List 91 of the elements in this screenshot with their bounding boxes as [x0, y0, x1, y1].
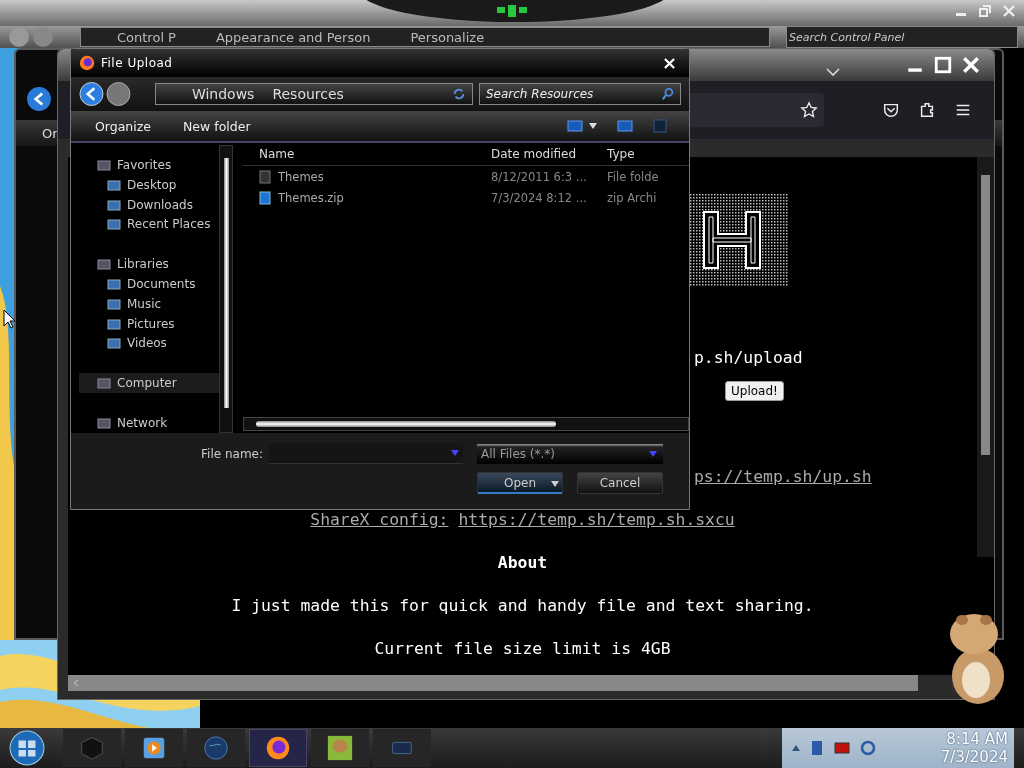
nav-item[interactable]: Videos: [79, 333, 219, 354]
folder-icon: [107, 296, 121, 311]
folder-icon: [107, 217, 121, 232]
sharex-label-link[interactable]: ShareX config:: [310, 510, 449, 529]
taskbar-button[interactable]: [311, 729, 369, 767]
column-header[interactable]: Date modified: [491, 147, 607, 161]
cube-icon: [78, 734, 106, 762]
globe-icon: [202, 734, 230, 762]
toolbar-button[interactable]: Organize: [95, 118, 151, 134]
cancel-button[interactable]: Cancel: [577, 472, 663, 494]
start-button[interactable]: [9, 730, 45, 766]
nav-item[interactable]: Desktop: [79, 174, 219, 195]
star-icon[interactable]: [800, 101, 818, 119]
folder-icon: [97, 257, 111, 272]
back-button[interactable]: [26, 86, 52, 112]
scrollbar[interactable]: [219, 145, 233, 433]
scrollbar[interactable]: [243, 417, 689, 431]
paragraph: I just made this for quick and handy file and text sharing.: [231, 596, 814, 615]
folder-icon: [97, 416, 111, 431]
nav-item[interactable]: Pictures: [79, 313, 219, 334]
nav-item[interactable]: Music: [79, 293, 219, 314]
folder-icon: [107, 177, 121, 192]
nav-item[interactable]: Computer: [79, 373, 219, 394]
puzzle-icon[interactable]: [918, 101, 936, 119]
column-header[interactable]: Name: [243, 147, 491, 161]
toolbar-label[interactable]: Or: [42, 125, 58, 141]
nav-item[interactable]: Documents: [79, 274, 219, 294]
file-type: zip Archi: [607, 190, 657, 205]
search-icon[interactable]: [661, 87, 675, 101]
refresh-icon[interactable]: [452, 87, 466, 101]
caret-icon[interactable]: [589, 123, 597, 129]
battery-icon[interactable]: [834, 742, 850, 754]
file-row[interactable]: Themes.zip 7/3/2024 8:12 ... zip Archi: [243, 187, 689, 208]
folder-icon: [97, 376, 111, 391]
breadcrumb[interactable]: Control P: [117, 29, 176, 45]
nav-item[interactable]: Network: [79, 413, 219, 433]
forward-button[interactable]: [105, 81, 131, 107]
taskbar-button[interactable]: [125, 729, 183, 767]
file-type-dropdown[interactable]: All Files (*.*): [477, 443, 663, 464]
toolbar-button[interactable]: New folder: [183, 118, 251, 134]
script-link[interactable]: ps://temp.sh/up.sh: [694, 467, 872, 486]
paragraph: Current file size limit is 4GB: [374, 639, 671, 658]
firefox-icon: [264, 734, 292, 762]
file-date: 7/3/2024 8:12 ...: [491, 190, 588, 205]
taskbar-button[interactable]: [249, 729, 307, 767]
upload-button[interactable]: Upload!: [725, 381, 784, 401]
back-button[interactable]: [79, 81, 104, 107]
folder-icon: [97, 157, 111, 172]
maximize-icon[interactable]: [934, 56, 952, 74]
gem-icon: [497, 5, 527, 17]
folder-icon: [107, 316, 121, 331]
address-bar[interactable]: Control P Appearance and Person Personalize: [80, 27, 770, 47]
breadcrumb[interactable]: Windows: [191, 86, 255, 102]
folder-icon: [259, 169, 271, 184]
file-type: File folde: [607, 169, 659, 184]
file-date: 8/12/2011 6:3 ...: [491, 169, 588, 184]
instruction-text: p.sh/upload: [694, 348, 803, 367]
folder-icon: [107, 336, 121, 351]
breadcrumb[interactable]: Personalize: [410, 29, 485, 45]
scrollbar[interactable]: [68, 675, 918, 691]
pocket-icon[interactable]: [882, 101, 900, 119]
address-bar[interactable]: Windows Resources: [154, 83, 473, 105]
chevron-icon[interactable]: [826, 68, 840, 76]
restore-icon[interactable]: [978, 4, 992, 18]
nav-item[interactable]: Downloads: [79, 194, 219, 215]
network-icon[interactable]: [860, 740, 876, 756]
folder-icon: [107, 276, 121, 291]
nav-item[interactable]: Libraries: [79, 254, 219, 275]
dialog-title: File Upload: [101, 56, 173, 70]
search-field[interactable]: Search Control Panel: [786, 26, 1018, 48]
game-icon: [326, 734, 354, 762]
config-link[interactable]: https://temp.sh/temp.sh.sxcu: [458, 510, 735, 529]
nav-item[interactable]: Recent Places: [79, 214, 219, 235]
file-name: Themes: [278, 169, 324, 184]
section-heading: About: [497, 553, 548, 572]
file-icon: [259, 190, 271, 205]
caret-icon[interactable]: [551, 481, 559, 487]
nav-item[interactable]: Favorites: [79, 155, 219, 175]
search-field[interactable]: Search Resources: [479, 83, 681, 105]
file-name-field[interactable]: [269, 443, 463, 464]
column-header[interactable]: Type: [607, 147, 635, 161]
breadcrumb[interactable]: Appearance and Person: [215, 29, 371, 45]
field-label: File name:: [201, 446, 263, 461]
breadcrumb[interactable]: Resources: [272, 86, 344, 102]
scrollbar[interactable]: [977, 157, 994, 557]
device-icon[interactable]: [810, 740, 824, 756]
open-button[interactable]: Open: [477, 472, 563, 494]
file-name: Themes.zip: [278, 190, 344, 205]
firefox-icon: [79, 55, 95, 71]
folder-icon: [107, 197, 121, 212]
file-row[interactable]: Themes 8/12/2011 6:3 ... File folde: [243, 166, 689, 187]
